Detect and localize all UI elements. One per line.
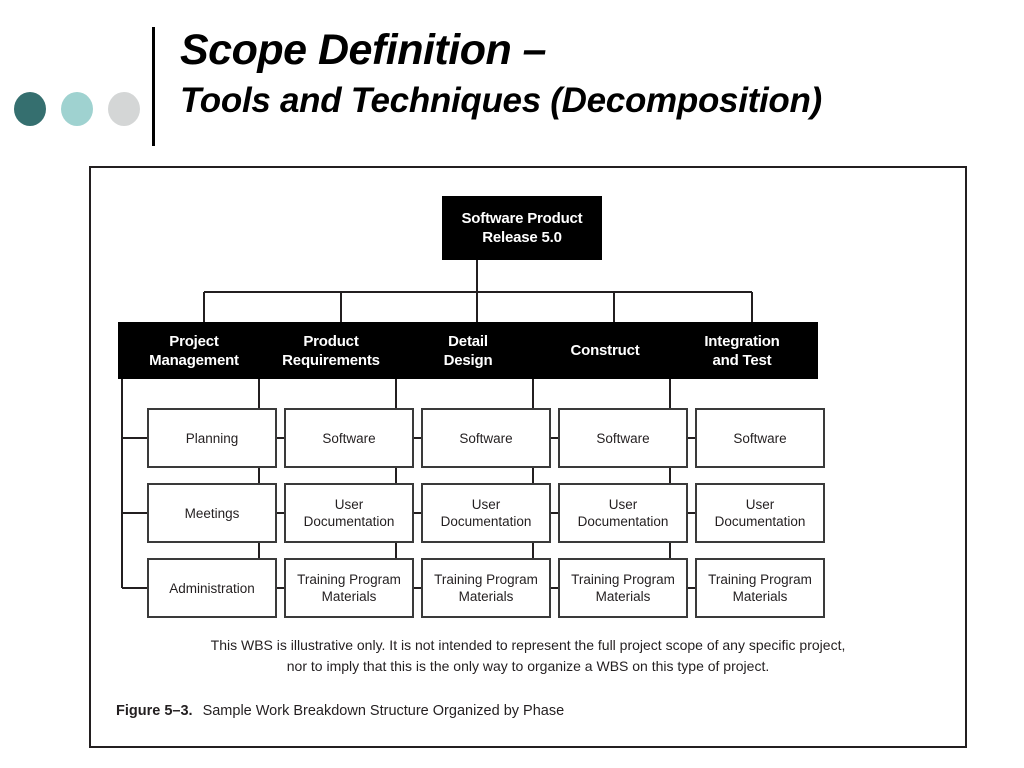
wbs-leaf-box: User Documentation bbox=[695, 483, 825, 543]
leaf-label-line-2: Materials bbox=[458, 589, 514, 604]
phase-label-line-2: Requirements bbox=[282, 351, 380, 369]
header-vertical-divider bbox=[152, 27, 155, 146]
wbs-leaf-box: Training Program Materials bbox=[284, 558, 414, 618]
leaf-label-line-1: Training Program bbox=[297, 572, 401, 587]
figure-caption: Figure 5–3. Sample Work Breakdown Structu… bbox=[116, 703, 936, 719]
leaf-label-line-2: Documentation bbox=[577, 514, 669, 529]
phase-label-line-1: Product bbox=[303, 332, 359, 350]
wbs-leaf-box: Software bbox=[421, 408, 551, 468]
leaf-label-line-1: User bbox=[745, 497, 775, 512]
figure-caption-label: Figure 5–3. bbox=[116, 703, 193, 719]
leaf-label-line-1: Training Program bbox=[708, 572, 812, 587]
wbs-leaf-box: Training Program Materials bbox=[421, 558, 551, 618]
phase-label-line-1: Construct bbox=[570, 342, 640, 359]
phase-label-line-2: and Test bbox=[712, 351, 772, 369]
phase-label-line-1: Project bbox=[169, 332, 219, 350]
wbs-leaf-box: Administration bbox=[147, 558, 277, 618]
phase-label-line-1: Detail bbox=[448, 332, 488, 350]
leaf-label-line-1: User bbox=[334, 497, 364, 512]
leaf-label-line-2: Documentation bbox=[303, 514, 395, 529]
leaf-label-line-1: Administration bbox=[169, 580, 255, 596]
wbs-node-root-line-1: Software Product bbox=[461, 210, 583, 227]
wbs-leaf-box: Planning bbox=[147, 408, 277, 468]
wbs-leaf-box: Software bbox=[558, 408, 688, 468]
figure-frame: Software Product Release 5.0 Project Man… bbox=[89, 166, 967, 748]
wbs-node-root-line-2: Release 5.0 bbox=[482, 229, 562, 246]
phase-label-line-2: Management bbox=[149, 351, 239, 369]
wbs-leaf-box: Training Program Materials bbox=[558, 558, 688, 618]
phase-label-line-1: Integration bbox=[704, 332, 780, 350]
decorative-dot-group bbox=[14, 92, 140, 128]
wbs-note-line-1: This WBS is illustrative only. It is not… bbox=[210, 637, 846, 653]
page-title-line-2: Tools and Techniques (Decomposition) bbox=[180, 81, 822, 120]
dot-light-teal-icon bbox=[61, 92, 93, 126]
dot-dark-teal-icon bbox=[14, 92, 46, 126]
wbs-node-phase-integration-and-test: Integration and Test bbox=[666, 322, 818, 379]
leaf-label-line-2: Materials bbox=[732, 589, 788, 604]
leaf-label-line-1: Software bbox=[322, 430, 376, 446]
phase-label-line-2: Design bbox=[443, 351, 493, 369]
wbs-leaf-box: Training Program Materials bbox=[695, 558, 825, 618]
page-title-line-1: Scope Definition – bbox=[180, 26, 547, 74]
wbs-leaf-box: User Documentation bbox=[558, 483, 688, 543]
slide-header: Scope Definition – Tools and Techniques … bbox=[0, 0, 1024, 160]
wbs-leaf-box: User Documentation bbox=[284, 483, 414, 543]
wbs-diagram: Software Product Release 5.0 Project Man… bbox=[91, 168, 965, 746]
figure-caption-text: Sample Work Breakdown Structure Organize… bbox=[202, 703, 565, 719]
wbs-node-phase-construct: Construct bbox=[529, 322, 681, 379]
leaf-label-line-1: Meetings bbox=[184, 505, 240, 521]
wbs-leaf-box: Meetings bbox=[147, 483, 277, 543]
leaf-label-line-1: Software bbox=[596, 430, 650, 446]
leaf-label-line-2: Materials bbox=[595, 589, 651, 604]
wbs-leaf-box: User Documentation bbox=[421, 483, 551, 543]
wbs-note-line-2: nor to imply that this is the only way t… bbox=[286, 658, 770, 674]
wbs-leaf-box: Software bbox=[284, 408, 414, 468]
leaf-label-line-2: Documentation bbox=[440, 514, 532, 529]
leaf-label-line-1: User bbox=[608, 497, 638, 512]
leaf-label-line-1: Software bbox=[459, 430, 513, 446]
wbs-node-root: Software Product Release 5.0 bbox=[442, 196, 602, 260]
wbs-node-phase-project-management: Project Management bbox=[118, 322, 270, 379]
wbs-node-phase-product-requirements: Product Requirements bbox=[255, 322, 407, 379]
wbs-note: This WBS is illustrative only. It is not… bbox=[131, 635, 925, 677]
dot-light-gray-icon bbox=[108, 92, 140, 126]
leaf-label-line-2: Materials bbox=[321, 589, 377, 604]
leaf-label-line-1: User bbox=[471, 497, 501, 512]
leaf-label-line-1: Training Program bbox=[434, 572, 538, 587]
slide-title-block: Scope Definition – Tools and Techniques … bbox=[180, 24, 1000, 124]
wbs-node-phase-detail-design: Detail Design bbox=[392, 322, 544, 379]
leaf-label-line-2: Documentation bbox=[714, 514, 806, 529]
wbs-leaf-box: Software bbox=[695, 408, 825, 468]
leaf-label-line-1: Software bbox=[733, 430, 787, 446]
leaf-label-line-1: Training Program bbox=[571, 572, 675, 587]
leaf-label-line-1: Planning bbox=[185, 430, 239, 446]
